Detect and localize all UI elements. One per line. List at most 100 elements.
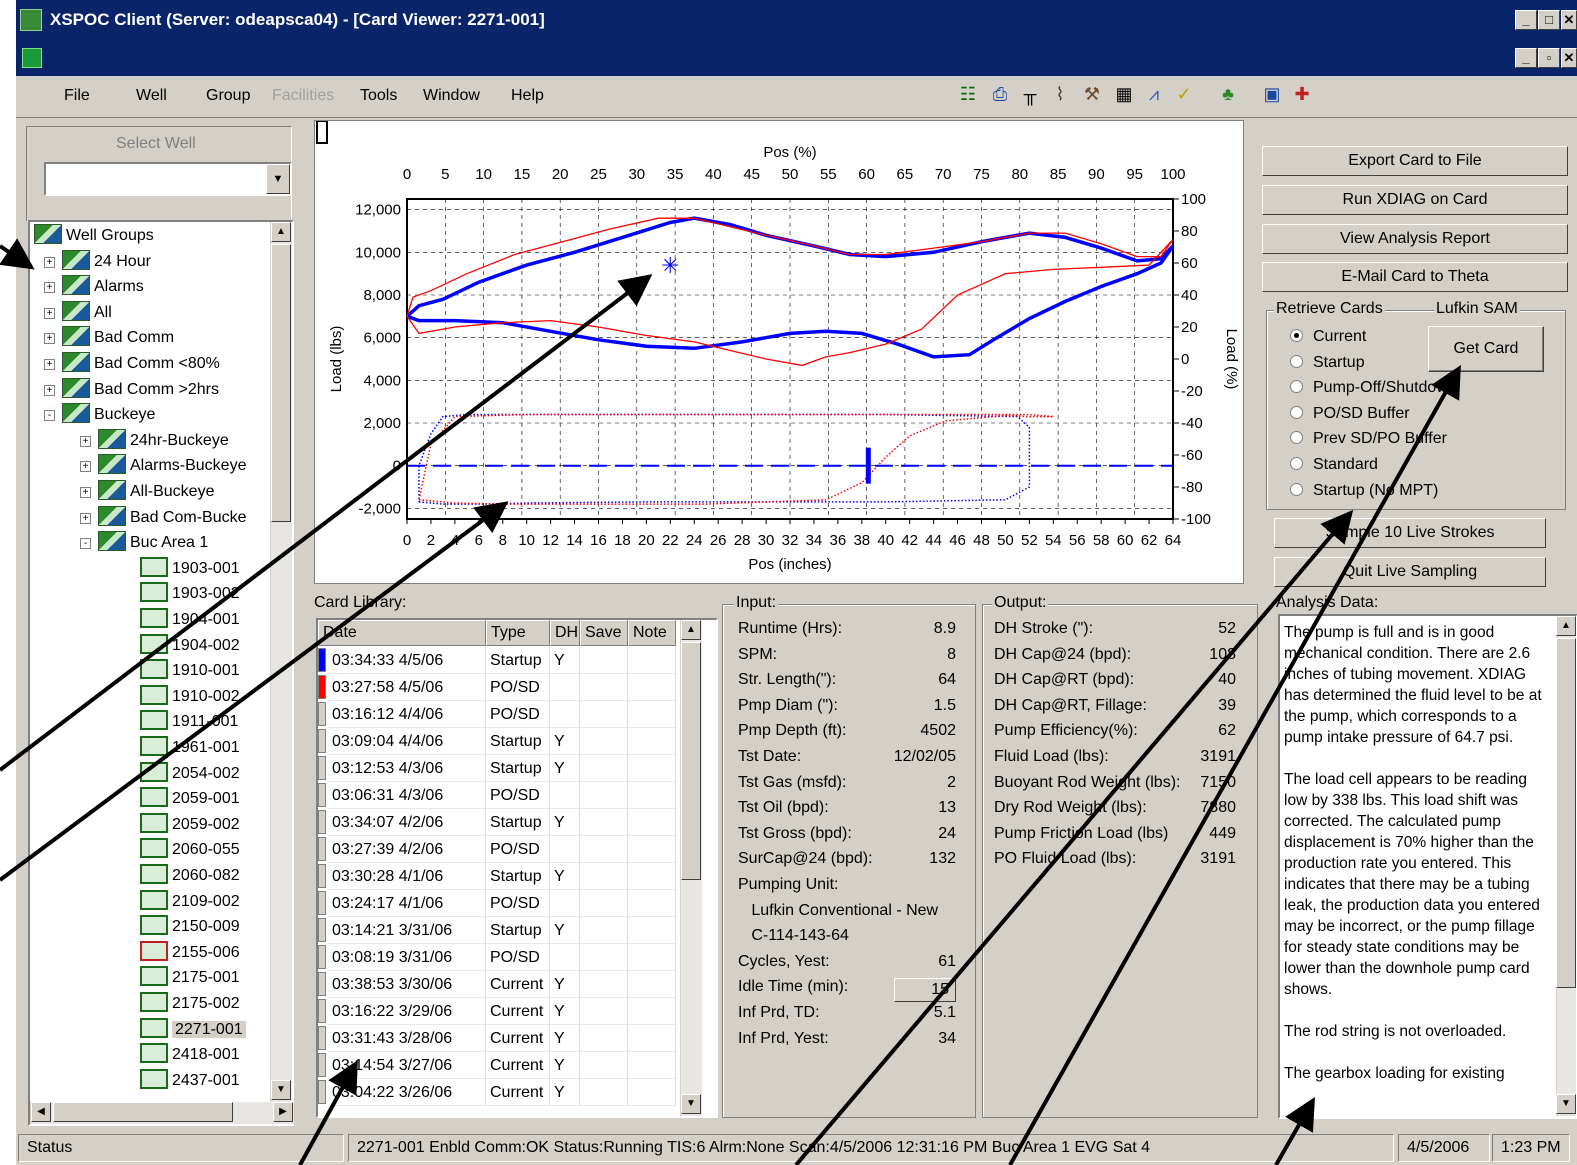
tree-well-item[interactable]: 1903-002	[140, 582, 240, 606]
table-row[interactable]: 03:16:22 3/29/06 Current Y	[318, 998, 678, 1025]
table-row[interactable]: 03:30:28 4/1/06 Startup Y	[318, 863, 678, 890]
table-row[interactable]: 03:31:43 3/28/06 Current Y	[318, 1025, 678, 1052]
scroll-up-icon[interactable]: ▲	[1556, 616, 1576, 636]
analysis-scrollbar[interactable]: ▲ ▼	[1556, 616, 1576, 1116]
table-row[interactable]: 03:12:53 4/3/06 Startup Y	[318, 755, 678, 782]
table-row[interactable]: 03:14:21 3/31/06 Startup Y	[318, 917, 678, 944]
expand-icon[interactable]: +	[80, 512, 91, 524]
tree-well-item[interactable]: 1910-002	[140, 684, 240, 709]
tree-group-item[interactable]: +24 Hour	[44, 249, 151, 274]
view-analysis-report-button[interactable]: View Analysis Report	[1262, 224, 1568, 254]
child-close-button[interactable]: ✕	[1561, 48, 1577, 68]
radio-option[interactable]: Startup	[1290, 354, 1365, 372]
tree-well-item[interactable]: 2271-001	[140, 1017, 246, 1042]
scroll-down-icon[interactable]: ▼	[271, 1080, 291, 1100]
chart-icon[interactable]: ⩘	[1142, 82, 1166, 106]
tree-well-item[interactable]: 2175-002	[140, 992, 240, 1016]
idle-time-button[interactable]: 15	[894, 978, 956, 1003]
export-card-button[interactable]: Export Card to File	[1262, 146, 1568, 176]
radio-icon[interactable]	[1290, 405, 1303, 419]
tree-well-item[interactable]: 2060-055	[140, 838, 240, 862]
tree-well-item[interactable]: 2109-002	[140, 889, 240, 914]
library-scrollbar[interactable]: ▲ ▼	[680, 620, 702, 1116]
menu-file[interactable]: File	[64, 87, 90, 105]
minimize-button[interactable]: _	[1515, 10, 1537, 30]
expand-icon[interactable]: +	[44, 384, 55, 396]
radio-icon[interactable]	[1290, 431, 1303, 445]
tree-group-item[interactable]: + Bad Comm <80%	[44, 352, 220, 376]
table-row[interactable]: 03:34:07 4/2/06 Startup Y	[318, 809, 678, 836]
expand-icon[interactable]: +	[80, 461, 91, 473]
tree-well-item[interactable]: 2155-006	[140, 940, 240, 965]
tree-hscroll-thumb[interactable]	[53, 1102, 233, 1122]
table-row[interactable]: 03:27:39 4/2/06 PO/SD	[318, 836, 678, 863]
tree-well-item[interactable]: 1903-001	[140, 556, 240, 581]
check-icon[interactable]: ✓	[1172, 82, 1196, 106]
table-row[interactable]: 03:09:04 4/4/06 Startup Y	[318, 728, 678, 755]
tree-group-item[interactable]: + All	[44, 300, 112, 325]
quit-live-sampling-button[interactable]: Quit Live Sampling	[1274, 557, 1546, 587]
table-icon[interactable]: ▦	[1112, 82, 1136, 106]
col-dh[interactable]: DH	[550, 620, 580, 646]
radio-option[interactable]: PO/SD Buffer	[1290, 405, 1410, 423]
expand-icon[interactable]: +	[44, 359, 55, 370]
menu-help[interactable]: Help	[511, 87, 544, 105]
tree-group-item[interactable]: + Alarms	[44, 275, 144, 299]
tree-icon[interactable]: ♣	[1216, 82, 1240, 106]
table-row[interactable]: 03:24:17 4/1/06 PO/SD	[318, 890, 678, 917]
connect-icon[interactable]: ☷	[956, 82, 980, 106]
tree-well-item[interactable]: 1961-001	[140, 736, 240, 760]
col-date[interactable]: Date	[318, 620, 486, 646]
printer-icon[interactable]: ⎙	[988, 82, 1012, 106]
analysis-icon[interactable]: ▣	[1260, 82, 1284, 106]
table-row[interactable]: 03:16:12 4/4/06 PO/SD	[318, 701, 678, 728]
scroll-down-icon[interactable]: ▼	[681, 1094, 701, 1114]
tree-well-item[interactable]: 2054-002	[140, 761, 240, 786]
sample-live-strokes-button[interactable]: Sample 10 Live Strokes	[1274, 518, 1546, 548]
child-minimize-button[interactable]: _	[1515, 48, 1537, 68]
child-restore-button[interactable]: ▫	[1538, 48, 1560, 68]
tree-well-item[interactable]: 2060-082	[140, 864, 240, 888]
tree-well-item[interactable]: 2418-001	[140, 1043, 240, 1067]
run-xdiag-button[interactable]: Run XDIAG on Card	[1262, 185, 1568, 215]
tree-well-item[interactable]: 2175-001	[140, 966, 240, 990]
tree-well-item[interactable]: 1904-002	[140, 633, 240, 658]
tree-well-item[interactable]: 1904-001	[140, 608, 240, 632]
expand-icon[interactable]: +	[44, 282, 55, 294]
well-combo[interactable]: ▼	[44, 162, 292, 196]
scroll-up-icon[interactable]: ▲	[271, 222, 291, 242]
expand-icon[interactable]: +	[44, 307, 55, 319]
radio-option[interactable]: Pump-Off/Shutdown	[1290, 379, 1457, 397]
tree-group-item[interactable]: Well Groups	[34, 224, 154, 248]
tree-well-item[interactable]: 1911-001	[140, 710, 238, 734]
tree-well-item[interactable]: 1910-001	[140, 659, 240, 683]
scroll-left-icon[interactable]: ◀	[31, 1102, 51, 1122]
tree-hscrollbar[interactable]: ◀ ▶	[30, 1102, 294, 1124]
table-row[interactable]: 03:04:22 3/26/06 Current Y	[318, 1079, 678, 1106]
col-type[interactable]: Type	[486, 620, 550, 646]
scroll-right-icon[interactable]: ▶	[273, 1102, 293, 1122]
tree-group-item[interactable]: - Buc Area 1	[80, 531, 208, 555]
scroll-up-icon[interactable]: ▲	[681, 620, 701, 640]
library-scroll-thumb[interactable]	[681, 642, 701, 880]
get-card-button[interactable]: Get Card	[1428, 326, 1544, 372]
tree-group-item[interactable]: - Buckeye	[44, 403, 155, 427]
expand-icon[interactable]: +	[80, 435, 91, 447]
tree-well-item[interactable]: 2059-001	[140, 787, 240, 811]
menu-group[interactable]: Group	[206, 87, 250, 105]
collapse-icon[interactable]: -	[44, 410, 55, 422]
tree-scrollbar[interactable]: ▲ ▼	[270, 222, 292, 1102]
radio-icon[interactable]	[1290, 482, 1303, 496]
tree-group-item[interactable]: + All-Buckeye	[80, 480, 214, 504]
chevron-down-icon[interactable]: ▼	[266, 164, 290, 194]
tree-group-item[interactable]: +24hr-Buckeye	[80, 428, 229, 453]
radio-option[interactable]: Startup (No MPT)	[1290, 482, 1438, 500]
tree-well-item[interactable]: 2150-009	[140, 915, 240, 939]
split-icon[interactable]: ✚	[1290, 82, 1314, 106]
radio-option[interactable]: Current	[1290, 328, 1366, 346]
expand-icon[interactable]: +	[44, 256, 55, 268]
table-row[interactable]: 03:27:58 4/5/06 PO/SD	[318, 674, 678, 701]
tree-group-item[interactable]: + Bad Comm	[44, 326, 174, 350]
radio-option[interactable]: Prev SD/PO Buffer	[1290, 430, 1447, 448]
tree-group-item[interactable]: + Bad Comm >2hrs	[44, 377, 219, 402]
